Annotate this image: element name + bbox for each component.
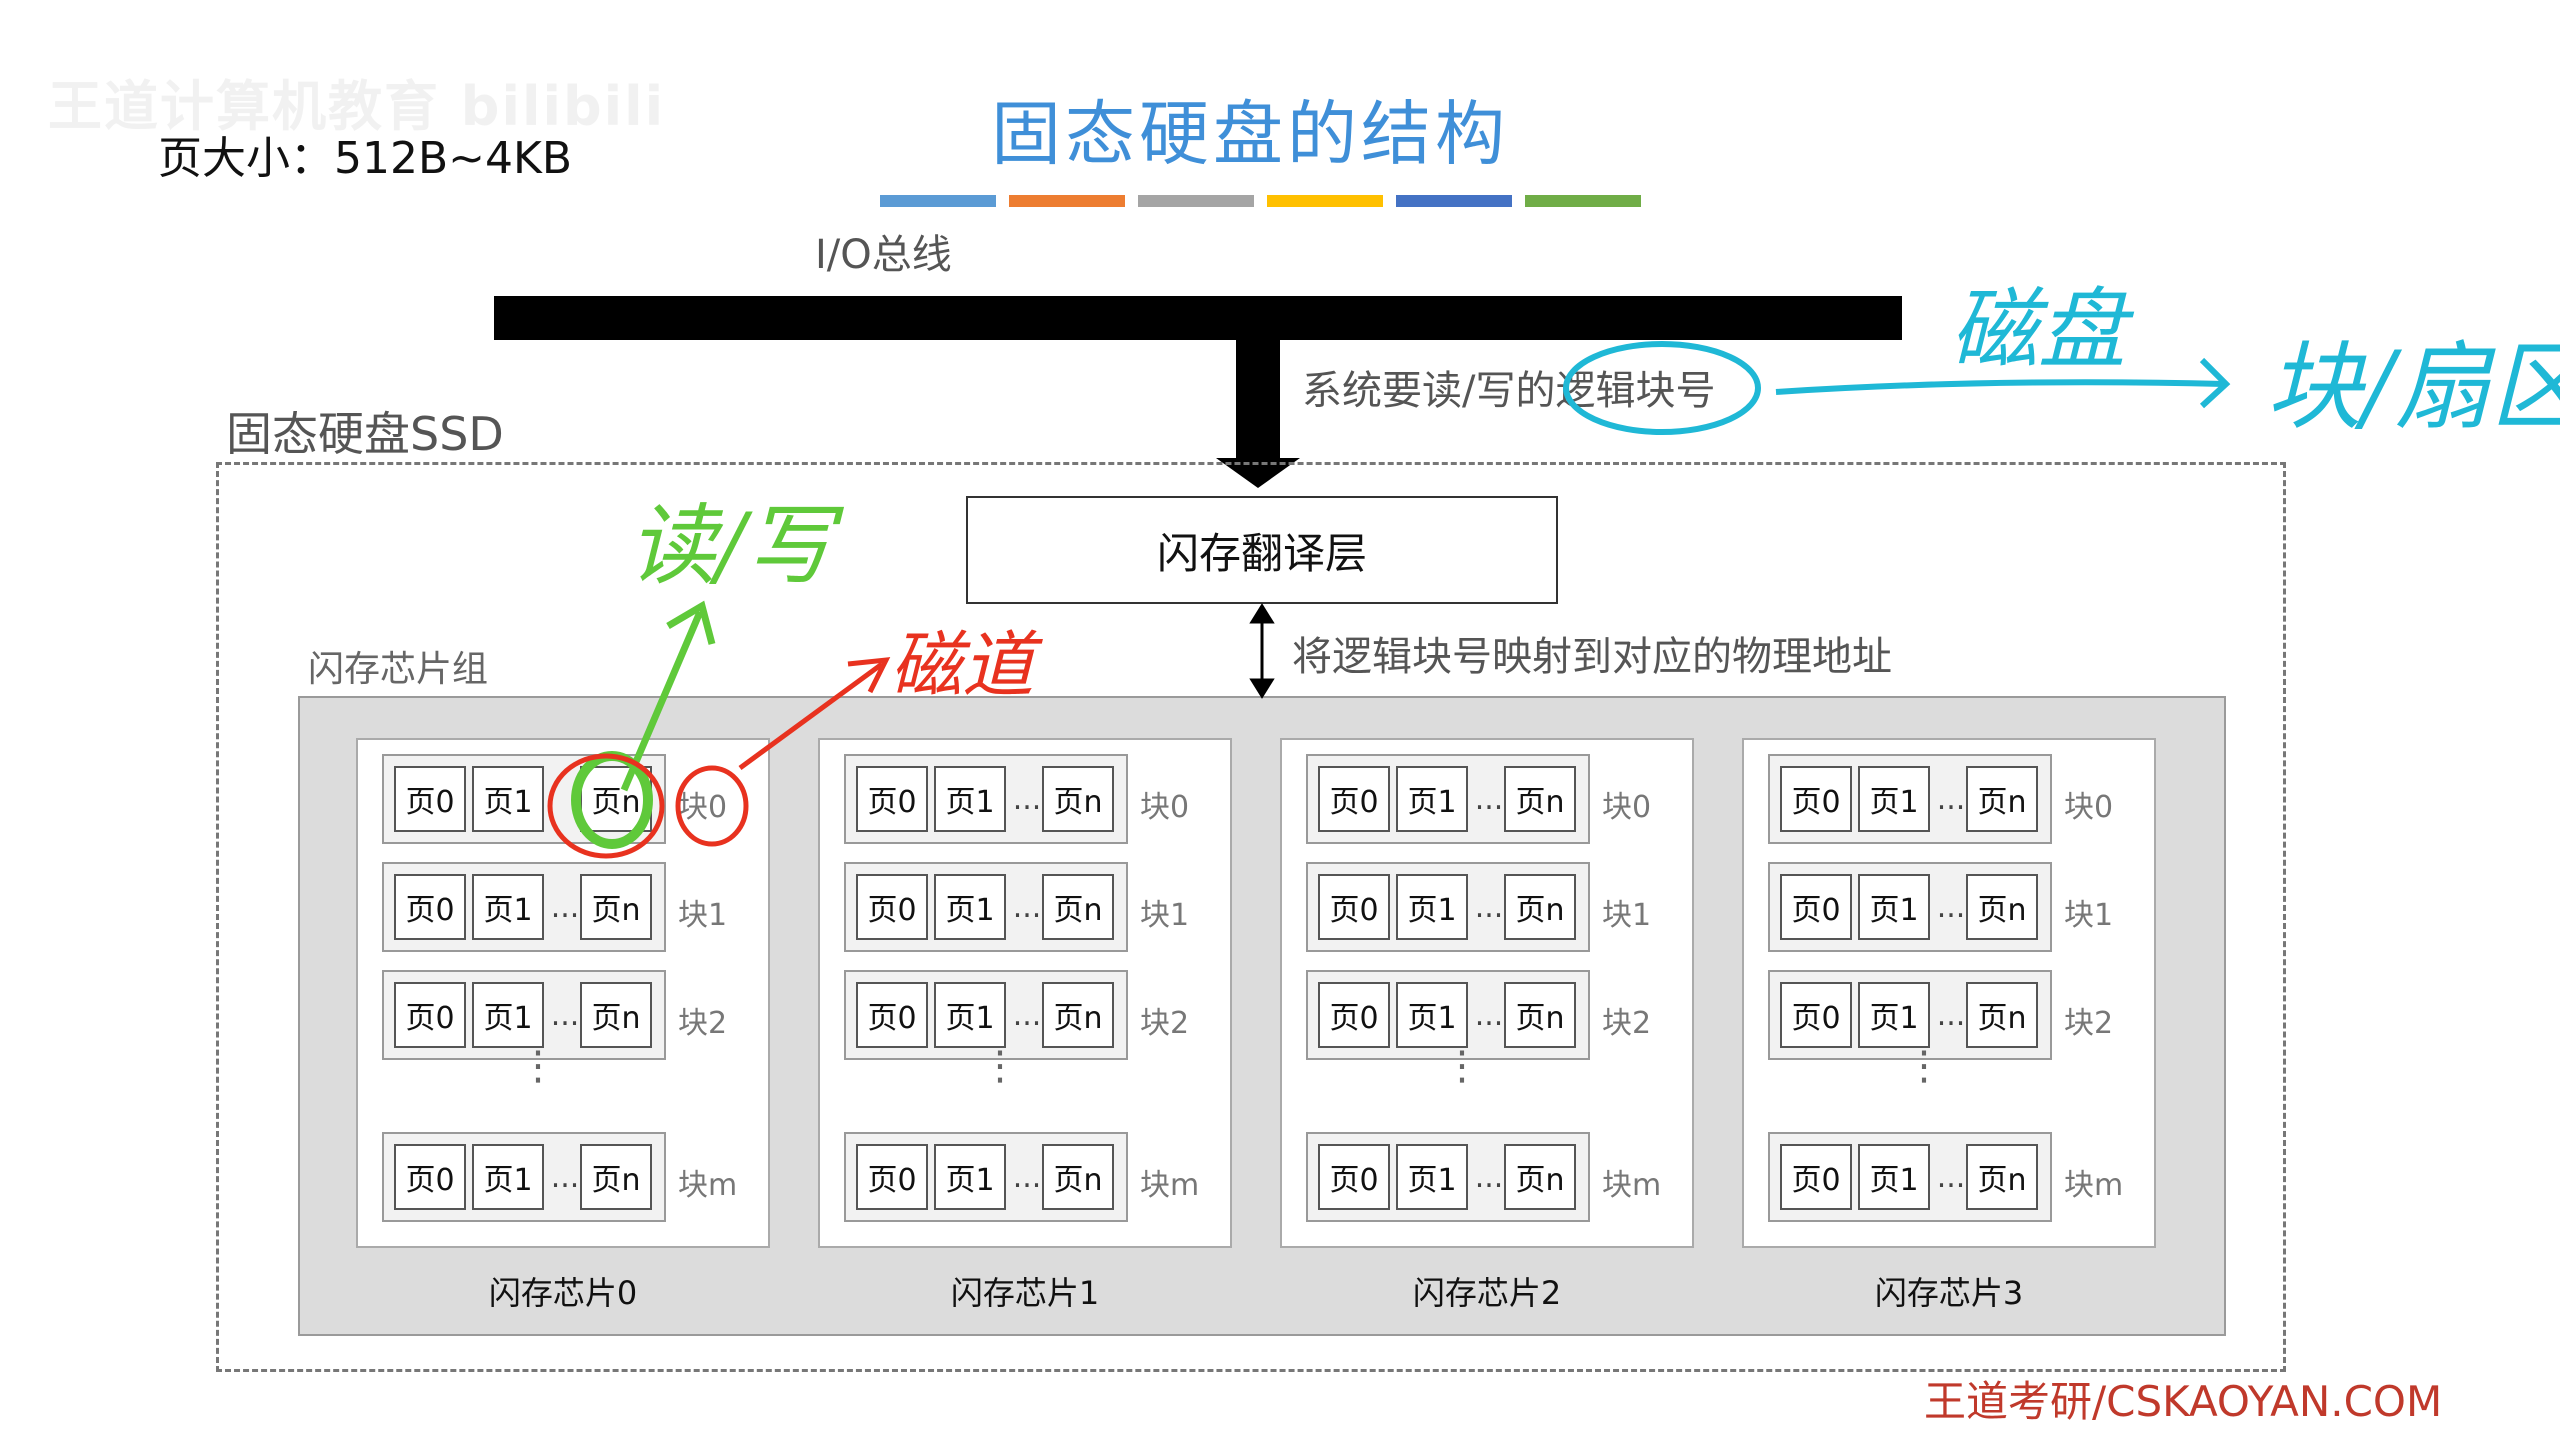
cyan-arrow-icon xyxy=(1775,379,2225,395)
mapping-arrow-icon xyxy=(1249,603,1275,699)
highlight-ellipse xyxy=(1563,341,1761,435)
handwritten-annotations: 磁盘 块/扇区 读/写 磁道 xyxy=(547,278,2560,859)
footer-brand: 王道考研/CSKAOYAN.COM xyxy=(1924,1377,2443,1426)
red-highlight-block-0 xyxy=(675,765,749,847)
red-arrow-icon xyxy=(738,661,884,771)
hw-read-write-text: 读/写 xyxy=(628,494,845,597)
hw-track-text: 磁道 xyxy=(890,623,1043,707)
hw-disk-text: 磁盘 xyxy=(1950,278,2135,381)
green-highlight-circle xyxy=(571,751,653,849)
hw-block-sector-text: 块/扇区 xyxy=(2266,331,2560,443)
